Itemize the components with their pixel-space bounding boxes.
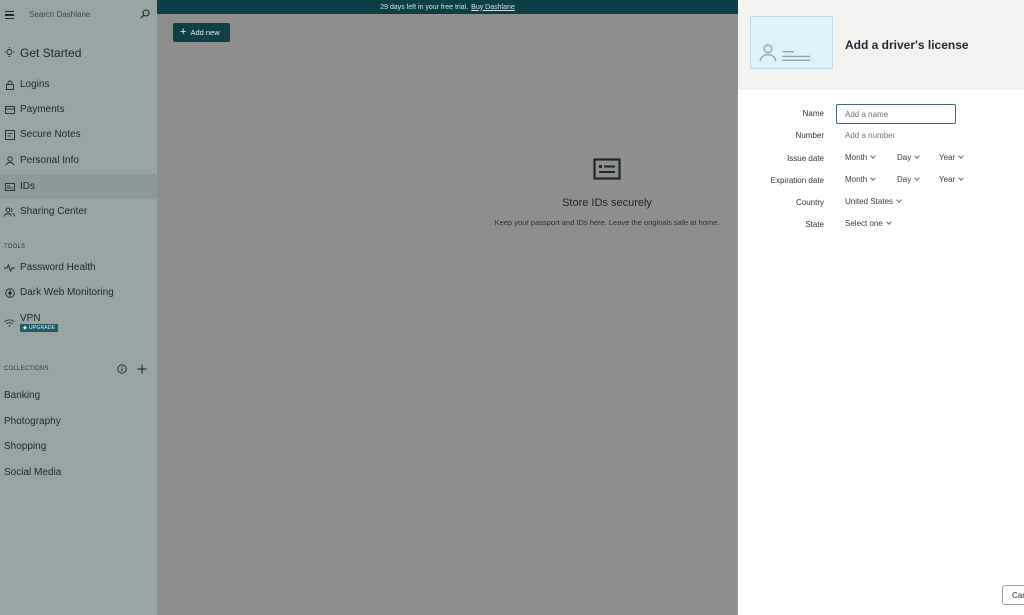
lock-icon [4, 79, 15, 90]
collection-item-photography[interactable]: Photography [4, 416, 61, 427]
panel-title: Add a driver's license [845, 38, 969, 52]
pulse-icon [4, 262, 15, 273]
add-new-label: Add new [190, 28, 220, 37]
sidebar-item-dark-web-monitoring[interactable]: Dark Web Monitoring [0, 280, 157, 305]
collection-item-shopping[interactable]: Shopping [4, 441, 46, 452]
id-card-icon [593, 158, 621, 180]
sidebar: Search Dashlane Get Started Logins Payme… [0, 0, 157, 615]
sidebar-item-secure-notes[interactable]: Secure Notes [0, 122, 157, 147]
sidebar-item-ids[interactable]: IDs [0, 174, 157, 199]
chevron-down-icon [958, 175, 965, 181]
expiration-month-select[interactable]: Month [845, 175, 877, 184]
name-input[interactable]: Add a name [836, 104, 956, 124]
sidebar-item-label: Payments [20, 104, 65, 115]
chevron-down-icon [958, 153, 965, 159]
sidebar-item-personal-info[interactable]: Personal Info [0, 148, 157, 173]
expiration-year-value: Year [939, 175, 956, 184]
wifi-icon [4, 317, 15, 328]
drivers-license-thumbnail-icon [750, 16, 833, 69]
state-label: State [805, 220, 824, 229]
issue-date-label: Issue date [787, 154, 824, 163]
buy-dashlane-link[interactable]: Buy Dashlane [471, 4, 515, 11]
sidebar-item-label: Secure Notes [20, 129, 81, 140]
plus-icon: + [180, 25, 187, 38]
upgrade-badge[interactable]: ◆ UPGRADE [20, 324, 59, 332]
sidebar-item-payments[interactable]: Payments [0, 97, 157, 122]
number-label: Number [795, 131, 824, 140]
search-icon[interactable] [140, 9, 150, 19]
number-input[interactable]: Add a number [845, 131, 895, 140]
chevron-down-icon [914, 175, 921, 181]
tools-section-label: TOOLS [4, 244, 26, 250]
issue-month-select[interactable]: Month [845, 153, 877, 162]
chevron-down-icon [914, 153, 921, 159]
panel-header: Add a driver's license [738, 0, 1024, 90]
sidebar-item-label: IDs [20, 181, 35, 192]
expiration-month-value: Month [845, 175, 868, 184]
expiration-date-label: Expiration date [770, 176, 824, 185]
sidebar-item-get-started[interactable]: Get Started [0, 40, 157, 65]
state-select[interactable]: Select one [845, 219, 892, 228]
info-icon[interactable] [117, 364, 127, 374]
issue-day-value: Day [897, 153, 912, 162]
sidebar-item-label: Dark Web Monitoring [20, 287, 114, 298]
people-icon [4, 206, 15, 217]
add-drivers-license-panel: Add a driver's license Name Add a name N… [738, 0, 1024, 615]
name-label: Name [802, 109, 824, 118]
sidebar-item-label: Personal Info [20, 155, 79, 166]
menu-icon[interactable] [5, 11, 14, 19]
sidebar-item-label: Sharing Center [20, 206, 88, 217]
lightbulb-icon [4, 47, 15, 58]
collection-item-social-media[interactable]: Social Media [4, 467, 61, 478]
chevron-down-icon [870, 175, 877, 181]
empty-state-title: Store IDs securely [562, 197, 652, 209]
id-card-icon [4, 181, 15, 192]
sidebar-item-password-health[interactable]: Password Health [0, 255, 157, 280]
add-collection-icon[interactable] [137, 364, 147, 374]
chevron-down-icon [896, 197, 902, 203]
collection-item-banking[interactable]: Banking [4, 390, 40, 401]
credit-card-icon [4, 104, 15, 115]
radar-icon [4, 287, 15, 298]
upgrade-badge-label: UPGRADE [29, 325, 56, 331]
cancel-button[interactable]: Car [1002, 585, 1024, 605]
issue-day-select[interactable]: Day [897, 153, 921, 162]
add-new-button[interactable]: + Add new [173, 23, 230, 42]
main-content: 29 days left in your free trial. Buy Das… [157, 0, 738, 615]
sidebar-item-label: Password Health [20, 262, 96, 273]
trial-banner-text: 29 days left in your free trial. [380, 3, 469, 11]
search-input[interactable]: Search Dashlane [29, 10, 90, 19]
expiration-day-value: Day [897, 175, 912, 184]
issue-year-select[interactable]: Year [939, 153, 965, 162]
expiration-year-select[interactable]: Year [939, 175, 965, 184]
chevron-down-icon [885, 219, 892, 225]
country-value: United States [845, 197, 894, 206]
empty-state-description: Keep your passport and IDs here. Leave t… [494, 218, 720, 227]
collections-section-label: COLLECTIONS [4, 366, 49, 372]
note-icon [4, 129, 15, 140]
sidebar-search[interactable]: Search Dashlane [0, 0, 157, 30]
country-label: Country [795, 198, 824, 207]
diamond-icon: ◆ [23, 325, 28, 331]
chevron-down-icon [870, 153, 877, 159]
country-select[interactable]: United States [845, 197, 902, 206]
sidebar-item-sharing-center[interactable]: Sharing Center [0, 199, 157, 224]
issue-year-value: Year [939, 153, 956, 162]
sidebar-item-label: VPN [20, 313, 41, 324]
expiration-day-select[interactable]: Day [897, 175, 921, 184]
state-value: Select one [845, 219, 883, 228]
sidebar-item-logins[interactable]: Logins [0, 72, 157, 97]
person-icon [4, 155, 15, 166]
sidebar-item-label: Logins [20, 79, 50, 90]
trial-banner: 29 days left in your free trial. Buy Das… [157, 0, 738, 14]
issue-month-value: Month [845, 153, 868, 162]
sidebar-item-label: Get Started [20, 45, 82, 60]
